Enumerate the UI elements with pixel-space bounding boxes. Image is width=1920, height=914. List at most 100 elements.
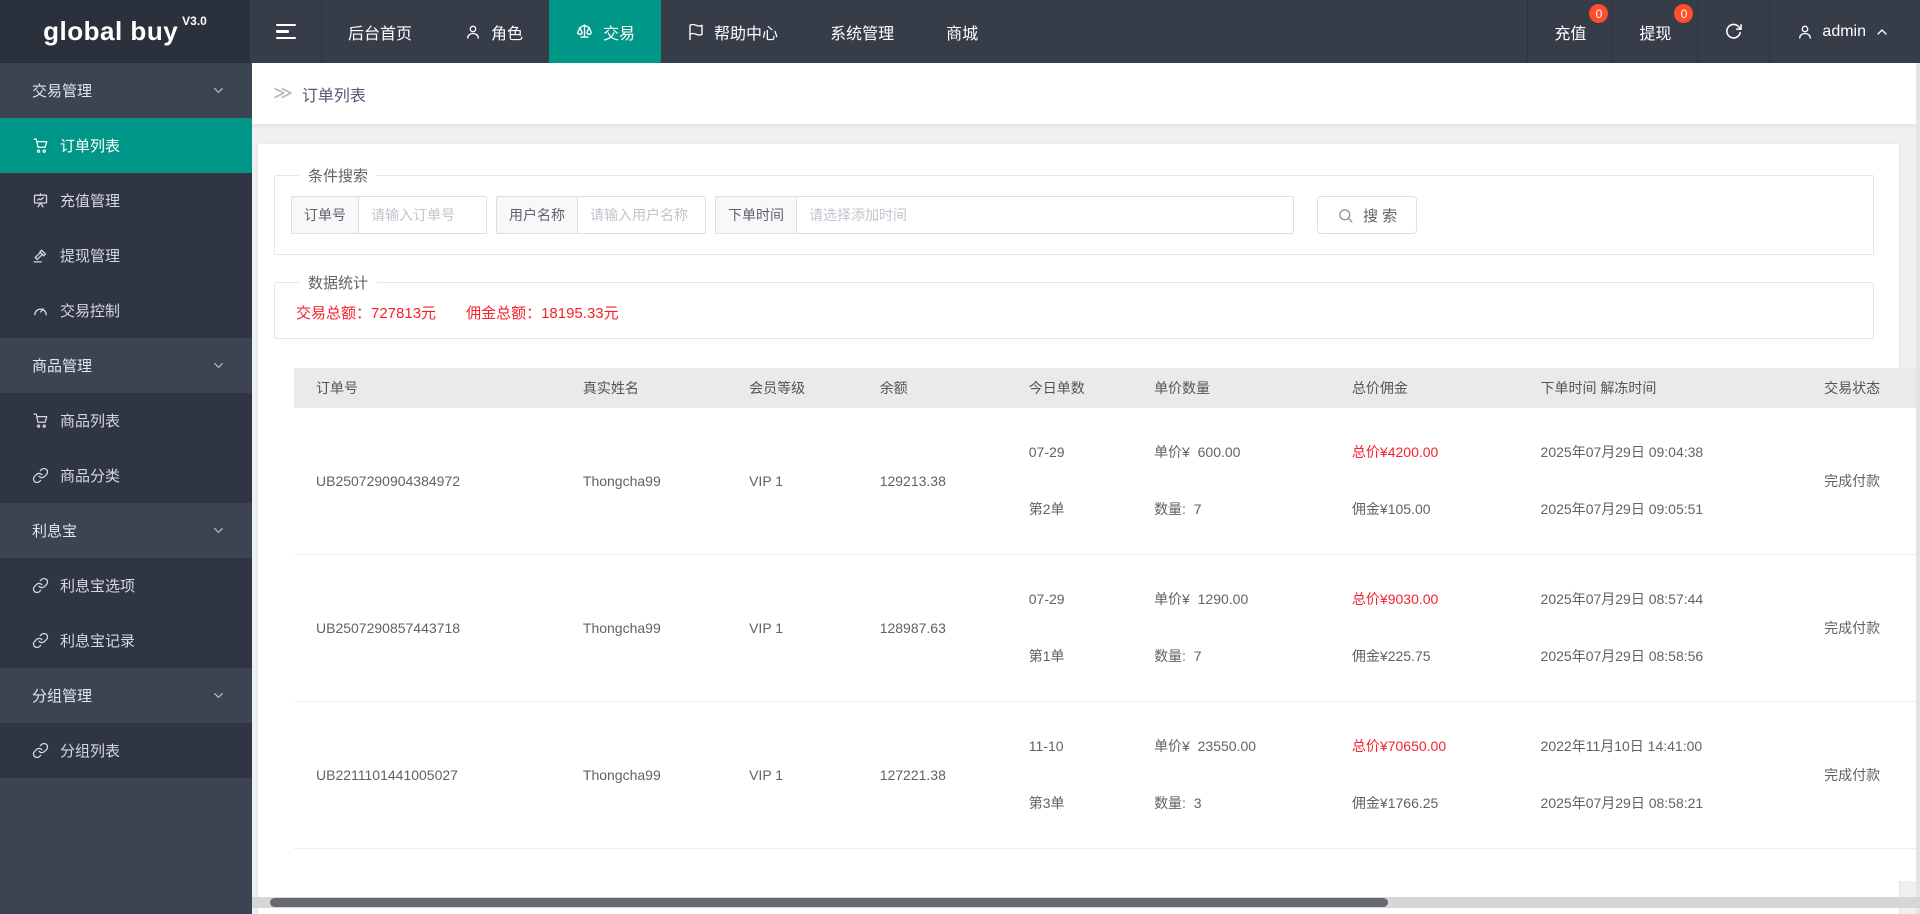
table-row: UB2507290904384972 Thongcha99 VIP 1 1292… [294, 408, 1918, 555]
cell-total-commission: 总价¥70650.00 佣金¥1766.25 [1351, 701, 1541, 849]
cell-balance: 128987.63 [879, 554, 1029, 702]
navbar-right: 充值 0 提现 0 admin [1527, 0, 1920, 63]
order-no-label: 订单号 [291, 196, 358, 234]
chevron-down-icon [211, 358, 226, 373]
cell-times: 2022年11月10日 14:27:00 2022年11月10日 14:28:2… [1540, 848, 1825, 881]
nav-item-mall[interactable]: 商城 [920, 0, 1004, 63]
cell-order-no: UB2211101441005027 [294, 701, 583, 849]
order-no-field-group: 订单号 [291, 196, 487, 234]
sidebar-group-goods-management[interactable]: 商品管理 [0, 338, 252, 393]
breadcrumb: ≫ 订单列表 [252, 63, 1916, 124]
cell-times: 2025年07月29日 08:57:44 2025年07月29日 08:58:5… [1540, 554, 1825, 702]
cell-balance: 126798.88 [879, 848, 1029, 881]
scale-icon [575, 22, 594, 41]
cell-unit-price-qty: 单价¥ 600.00 数量: 7 [1154, 408, 1352, 555]
link-icon [32, 467, 49, 484]
cell-unit-price-qty: 单价¥ 23550.00 数量: 3 [1154, 701, 1352, 849]
cell-unit-price-qty: 单价¥ 1290.00 数量: 7 [1154, 554, 1352, 702]
cell-real-name: Thongcha99 [582, 848, 750, 881]
cell-today-orders: 11-10 第2单 [1028, 848, 1155, 881]
sidebar-toggle-button[interactable] [250, 0, 322, 63]
sidebar-group-group-management[interactable]: 分组管理 [0, 668, 252, 723]
sidebar-item-interest-options[interactable]: 利息宝选项 [0, 558, 252, 613]
cell-real-name: Thongcha99 [582, 701, 750, 849]
table-body: UB2507290904384972 Thongcha99 VIP 1 1292… [294, 408, 1918, 881]
top-navbar: global buy V3.0 后台首页 角色 交易 帮助中心 系统管理 商城 … [0, 0, 1920, 63]
user-name-input[interactable] [577, 196, 706, 234]
sidebar-item-order-list[interactable]: 订单列表 [0, 118, 252, 173]
cell-trade-status: 完成付款 [1824, 408, 1918, 555]
col-total-commission: 总价佣金 [1351, 368, 1541, 408]
col-times: 下单时间 解冻时间 [1540, 368, 1825, 408]
total-trade-amount: 交易总额：727813元 [296, 305, 437, 322]
sidebar-item-goods-category[interactable]: 商品分类 [0, 448, 252, 503]
logo-version: V3.0 [182, 14, 207, 28]
cell-real-name: Thongcha99 [582, 408, 750, 555]
sidebar-group-interest-treasure[interactable]: 利息宝 [0, 503, 252, 558]
recharge-badge: 0 [1589, 4, 1609, 23]
order-time-label: 下单时间 [715, 196, 796, 234]
sidebar-item-interest-records[interactable]: 利息宝记录 [0, 613, 252, 668]
magnifier-icon [1337, 207, 1354, 224]
cell-real-name: Thongcha99 [582, 554, 750, 702]
cart-icon [32, 412, 49, 429]
cell-order-no: UB2211101427001376 [294, 848, 583, 881]
cell-order-no: UB2507290904384972 [294, 408, 583, 555]
sidebar-item-trade-control[interactable]: 交易控制 [0, 283, 252, 338]
user-icon [464, 23, 482, 41]
cell-times: 2022年11月10日 14:41:00 2025年07月29日 08:58:2… [1540, 701, 1825, 849]
gauge-icon [32, 302, 49, 319]
refresh-button[interactable] [1697, 0, 1769, 63]
nav-item-roles[interactable]: 角色 [438, 0, 549, 63]
stats-panel: 数据统计 交易总额：727813元 佣金总额：18195.33元 [274, 272, 1874, 339]
search-panel: 条件搜索 订单号 用户名称 下单时间 搜 索 [274, 165, 1874, 255]
content-card: 条件搜索 订单号 用户名称 下单时间 搜 索 [258, 144, 1918, 914]
cell-today-orders: 07-29 第1单 [1028, 554, 1155, 702]
cell-member-level: VIP 1 [749, 848, 880, 881]
chevron-up-icon [1874, 24, 1890, 40]
sidebar-item-goods-list[interactable]: 商品列表 [0, 393, 252, 448]
search-panel-legend: 条件搜索 [308, 168, 369, 185]
nav-item-help-center[interactable]: 帮助中心 [661, 0, 804, 63]
link-icon [32, 742, 49, 759]
flag-icon [687, 23, 705, 41]
search-button[interactable]: 搜 索 [1317, 196, 1418, 234]
col-member-level: 会员等级 [749, 368, 880, 408]
sidebar-item-withdraw-management[interactable]: 提现管理 [0, 228, 252, 283]
horizontal-scrollbar-thumb[interactable] [270, 898, 1388, 907]
orders-table: 订单号 真实姓名 会员等级 余额 今日单数 单价数量 总价佣金 下单时间 解冻时… [294, 368, 1918, 881]
cell-trade-status: 完成付款 [1824, 848, 1918, 881]
logo-text: global buy [43, 16, 179, 46]
col-real-name: 真实姓名 [582, 368, 750, 408]
withdraw-button[interactable]: 提现 0 [1612, 0, 1697, 63]
sidebar-item-recharge-management[interactable]: 充值管理 [0, 173, 252, 228]
nav-item-dashboard[interactable]: 后台首页 [322, 0, 438, 63]
col-order-no: 订单号 [294, 368, 583, 408]
cell-today-orders: 11-10 第3单 [1028, 701, 1155, 849]
recharge-button[interactable]: 充值 0 [1527, 0, 1612, 63]
gavel-icon [32, 247, 49, 264]
orders-table-wrap: 订单号 真实姓名 会员等级 余额 今日单数 单价数量 总价佣金 下单时间 解冻时… [294, 368, 1918, 881]
sidebar-group-trade-management[interactable]: 交易管理 [0, 63, 252, 118]
cell-balance: 127221.38 [879, 701, 1029, 849]
cell-member-level: VIP 1 [749, 554, 880, 702]
col-unit-price-qty: 单价数量 [1154, 368, 1352, 408]
hamburger-icon [275, 20, 296, 44]
cell-member-level: VIP 1 [749, 408, 880, 555]
sidebar-item-group-list[interactable]: 分组列表 [0, 723, 252, 778]
table-row: UB2211101441005027 Thongcha99 VIP 1 1272… [294, 701, 1918, 849]
nav-item-trade[interactable]: 交易 [549, 0, 662, 63]
cell-times: 2025年07月29日 09:04:38 2025年07月29日 09:05:5… [1540, 408, 1825, 555]
user-icon [1796, 23, 1814, 41]
col-trade-status: 交易状态 [1824, 368, 1918, 408]
admin-menu[interactable]: admin [1769, 0, 1920, 63]
double-chevron-icon: ≫ [273, 83, 293, 104]
cell-order-no: UB2507290857443718 [294, 554, 583, 702]
vertical-scrollbar-track[interactable] [1916, 63, 1920, 914]
main-content: 条件搜索 订单号 用户名称 下单时间 搜 索 [252, 124, 1920, 914]
nav-item-system[interactable]: 系统管理 [804, 0, 920, 63]
table-header: 订单号 真实姓名 会员等级 余额 今日单数 单价数量 总价佣金 下单时间 解冻时… [294, 368, 1918, 408]
order-no-input[interactable] [358, 196, 487, 234]
order-time-input[interactable] [796, 196, 1294, 234]
cart-icon [32, 137, 49, 154]
